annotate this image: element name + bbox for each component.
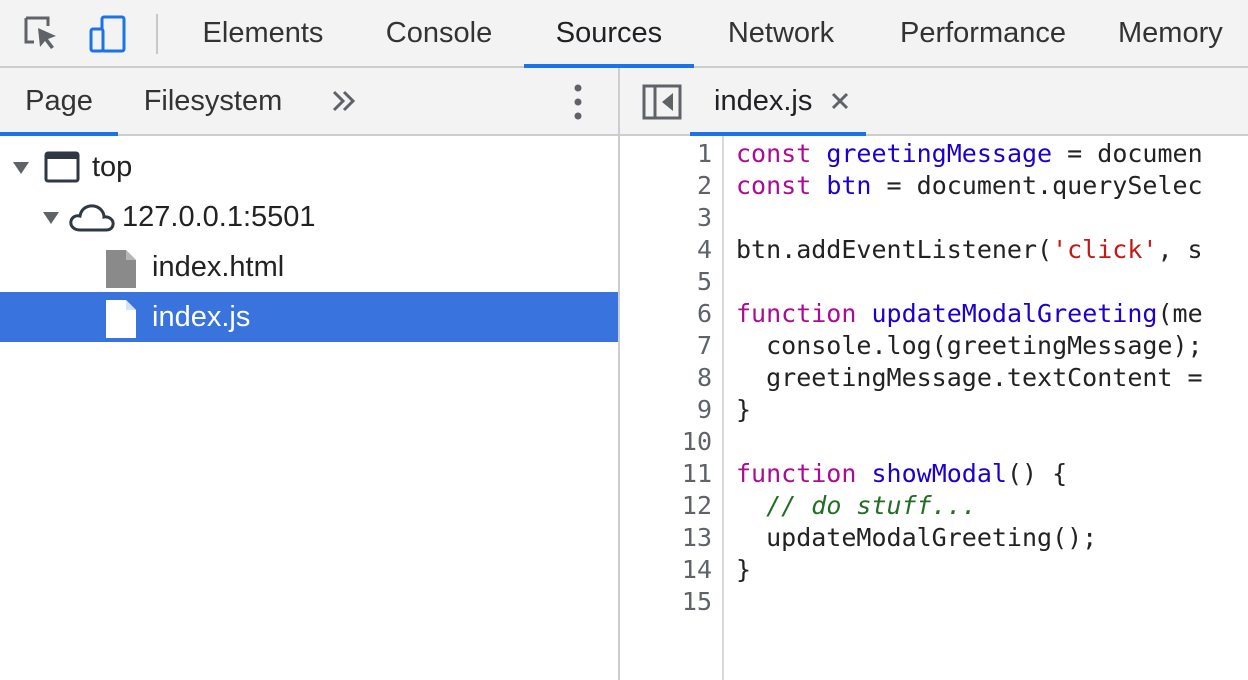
inspect-element-icon[interactable]	[22, 14, 62, 54]
code-token: console.log(greetingMessage);	[736, 331, 1203, 360]
code-token: = documen	[1052, 139, 1203, 168]
code-token: function	[736, 299, 857, 328]
line-number[interactable]: 14	[682, 554, 712, 586]
code-token: , s	[1157, 235, 1203, 264]
line-number[interactable]: 9	[697, 394, 712, 426]
code-token: const	[736, 171, 812, 200]
line-number[interactable]: 15	[682, 586, 712, 618]
code-token: (me	[1157, 299, 1203, 328]
line-number[interactable]: 2	[697, 170, 712, 202]
code-token: }	[736, 395, 752, 424]
line-number[interactable]: 11	[682, 458, 712, 490]
tab-elements[interactable]: Elements	[188, 0, 338, 66]
line-number-gutter: 1 2 3 4 5 6 7 8 9 10 11 12 13 14 15	[620, 136, 724, 680]
code-line: btn.addEventListener('click', s	[736, 234, 1203, 266]
code-token: 'click'	[1052, 235, 1158, 264]
code-line: const greetingMessage = documen	[736, 138, 1203, 170]
file-html-icon	[106, 250, 136, 293]
code-area[interactable]: const greetingMessage = documen const btn…	[724, 136, 1248, 680]
code-line: }	[736, 394, 751, 426]
toolbar-separator	[156, 14, 158, 54]
line-number[interactable]: 7	[697, 330, 712, 362]
expand-triangle-icon[interactable]	[12, 160, 30, 176]
line-number[interactable]: 1	[697, 138, 712, 170]
code-line: function showModal() {	[736, 458, 1067, 490]
line-number[interactable]: 13	[682, 522, 712, 554]
code-line: const btn = document.querySelec	[736, 170, 1203, 202]
code-token: }	[736, 555, 752, 584]
code-token: // do stuff...	[766, 491, 977, 520]
code-line: }	[736, 554, 751, 586]
tree-item-index-html[interactable]: index.html	[0, 242, 618, 292]
line-number[interactable]: 5	[697, 266, 712, 298]
tab-sources[interactable]: Sources	[524, 0, 694, 68]
tree-item-host[interactable]: 127.0.0.1:5501	[0, 192, 618, 242]
code-line: console.log(greetingMessage);	[736, 330, 1203, 362]
code-token: = document.querySelec	[871, 171, 1203, 200]
tree-label-index-js: index.js	[152, 301, 251, 333]
tab-performance[interactable]: Performance	[884, 0, 1082, 66]
tab-page[interactable]: Page	[0, 68, 118, 136]
toggle-navigator-icon[interactable]	[642, 84, 682, 120]
line-number[interactable]: 3	[697, 202, 712, 234]
close-icon[interactable]	[830, 91, 850, 111]
expand-triangle-icon[interactable]	[42, 210, 60, 226]
line-number[interactable]: 12	[682, 490, 712, 522]
tree-item-top[interactable]: top	[0, 142, 618, 192]
kebab-menu-icon[interactable]	[566, 82, 590, 122]
line-number[interactable]: 6	[697, 298, 712, 330]
code-line: function updateModalGreeting(me	[736, 298, 1203, 330]
code-line: updateModalGreeting();	[736, 522, 1097, 554]
code-token: updateModalGreeting	[871, 299, 1158, 328]
code-line: // do stuff...	[736, 490, 977, 522]
code-token: greetingMessage.textContent =	[736, 363, 1203, 392]
code-token: updateModalGreeting();	[736, 523, 1098, 552]
file-js-icon	[106, 300, 136, 343]
tree-label-host: 127.0.0.1:5501	[122, 201, 316, 233]
frame-icon	[44, 151, 80, 188]
tab-index-js[interactable]: index.js	[690, 68, 866, 136]
tab-network[interactable]: Network	[710, 0, 852, 66]
file-navigator: Page Filesystem top 127.0.0.1:5501 index…	[0, 68, 618, 680]
editor-tabs: index.js	[620, 68, 1248, 136]
code-token: function	[736, 459, 857, 488]
tab-memory[interactable]: Memory	[1118, 0, 1248, 66]
tree-label-index-html: index.html	[152, 251, 285, 283]
devtools-toolbar: Elements Console Sources Network Perform…	[0, 0, 1248, 68]
code-line: greetingMessage.textContent =	[736, 362, 1203, 394]
tree-item-index-js[interactable]: index.js	[0, 292, 618, 342]
line-number[interactable]: 4	[697, 234, 712, 266]
code-token: () {	[1006, 459, 1068, 488]
tab-console[interactable]: Console	[370, 0, 508, 66]
double-chevron-right-icon[interactable]	[330, 86, 358, 116]
line-number[interactable]: 10	[682, 426, 712, 458]
navigator-tabs: Page Filesystem	[0, 68, 618, 136]
device-toggle-icon[interactable]	[88, 14, 128, 54]
tab-filesystem[interactable]: Filesystem	[128, 68, 298, 134]
code-token: showModal	[871, 459, 1007, 488]
file-tab-label: index.js	[714, 85, 813, 117]
line-number[interactable]: 8	[697, 362, 712, 394]
source-editor: index.js 1 2 3 4 5 6 7 8 9 10 11 12 13 14 15 const gre…	[620, 68, 1248, 680]
cloud-icon	[68, 203, 116, 238]
code-token: const	[736, 139, 812, 168]
code-token: greetingMessage	[826, 139, 1053, 168]
code-token: btn	[826, 171, 872, 200]
code-token: btn.addEventListener(	[736, 235, 1053, 264]
tree-label-top: top	[92, 151, 133, 183]
